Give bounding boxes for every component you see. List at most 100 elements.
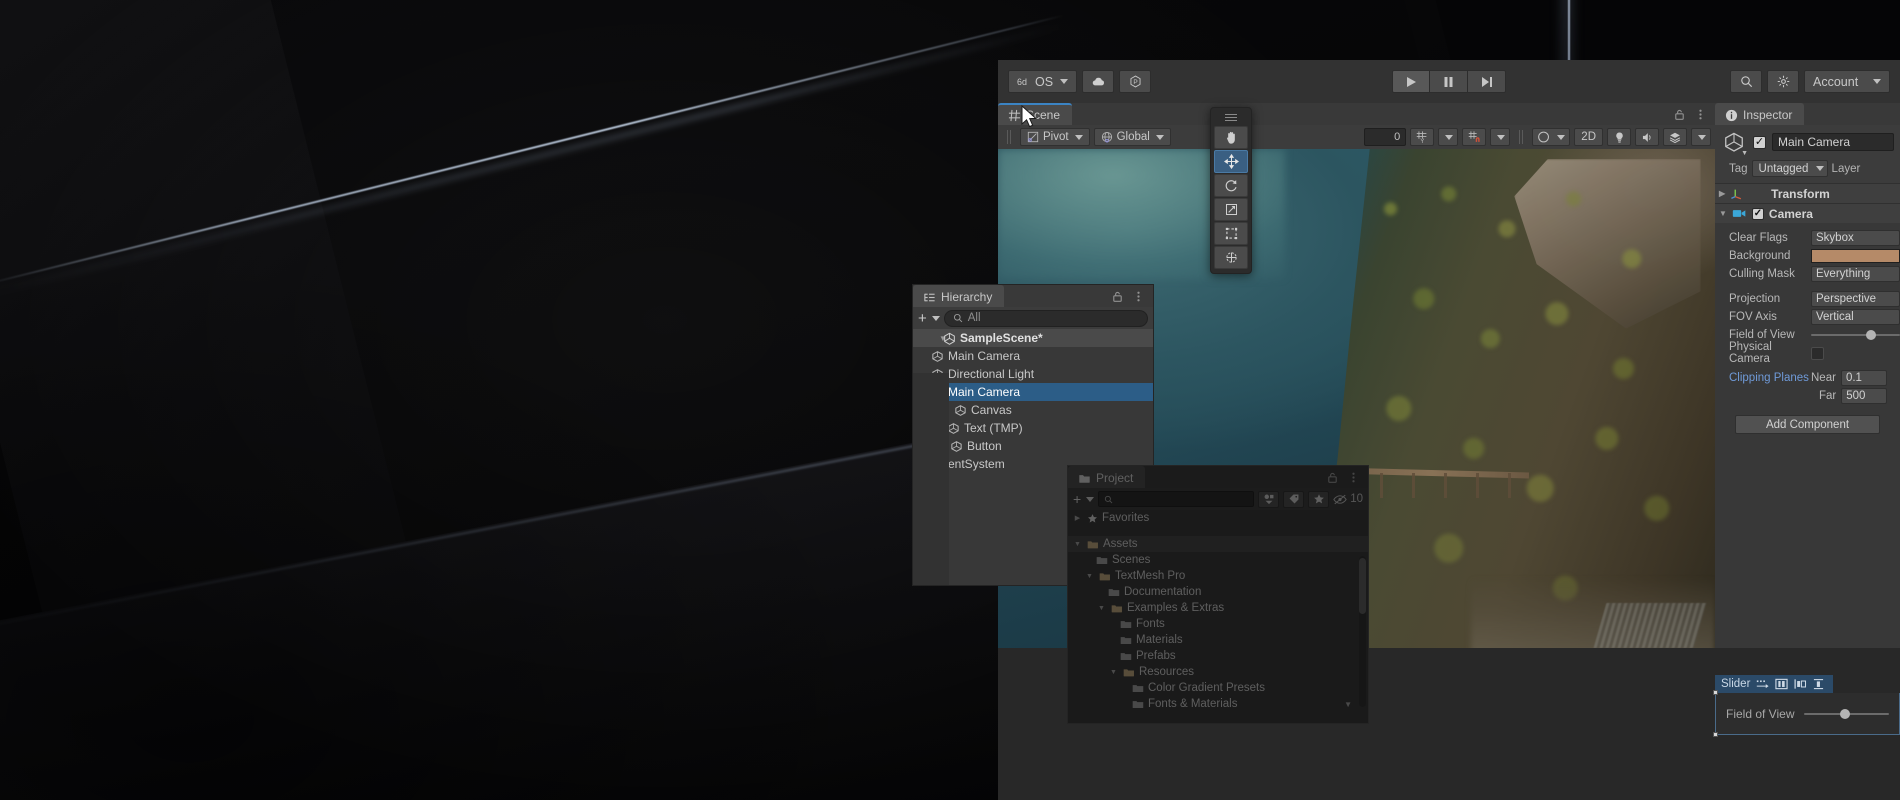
chevron-down-icon[interactable]: ▼ [1072, 541, 1083, 548]
scale-tool-button[interactable] [1214, 198, 1248, 221]
global-search-button[interactable] [1730, 70, 1762, 93]
background-control[interactable] [1811, 249, 1900, 263]
lock-icon[interactable] [1326, 471, 1339, 484]
chevron-right-icon[interactable]: ▶ [1719, 189, 1725, 198]
tab-inspector[interactable]: Inspector [1715, 103, 1804, 125]
lock-icon[interactable] [1111, 290, 1124, 303]
kebab-menu-icon[interactable] [1694, 108, 1707, 121]
project-row-documentation[interactable]: Documentation [1068, 584, 1368, 600]
distribute-icon[interactable] [1756, 679, 1769, 690]
hierarchy-row-canvas[interactable]: ▼ Canvas [913, 401, 1153, 419]
project-row-fonts[interactable]: Fonts [1068, 616, 1368, 632]
grid-dropdown-button[interactable] [1438, 128, 1458, 146]
physical-camera-control[interactable] [1811, 347, 1900, 360]
clear-flags-control[interactable]: Skybox [1811, 230, 1900, 246]
hierarchy-row-directional-light[interactable]: Directional Light [913, 365, 1153, 383]
scene-fx-button[interactable] [1663, 128, 1687, 146]
gameobject-enabled-checkbox[interactable]: ✓ [1753, 136, 1766, 149]
step-button[interactable] [1468, 70, 1506, 93]
background-color-swatch[interactable] [1811, 249, 1900, 263]
chevron-down-icon[interactable]: ▼ [1741, 150, 1748, 157]
slider-widget-slider[interactable] [1804, 706, 1889, 722]
grid-visibility-button[interactable]: Y [1410, 128, 1434, 146]
tag-dropdown[interactable]: Untagged [1752, 160, 1828, 177]
resize-handle-bl[interactable] [1713, 732, 1718, 737]
play-button[interactable] [1392, 70, 1430, 93]
project-row-examples-extras[interactable]: ▼ Examples & Extras [1068, 600, 1368, 616]
pause-button[interactable] [1430, 70, 1468, 93]
tab-scene[interactable]: Scene [998, 103, 1072, 125]
project-row-materials[interactable]: Materials [1068, 632, 1368, 648]
rect-tool-button[interactable] [1214, 222, 1248, 245]
hierarchy-search-input[interactable]: All [944, 310, 1148, 327]
kebab-menu-icon[interactable] [1132, 290, 1145, 303]
chevron-down-icon[interactable]: ▼ [1719, 209, 1727, 218]
scene-lighting-button[interactable] [1607, 128, 1631, 146]
kebab-menu-icon[interactable] [1347, 471, 1360, 484]
grid-size-field[interactable]: 0 [1364, 128, 1406, 146]
snap-button[interactable] [1462, 128, 1486, 146]
rotate-tool-button[interactable] [1214, 174, 1248, 197]
shading-mode-button[interactable] [1532, 128, 1570, 146]
far-value[interactable]: 500 [1841, 388, 1887, 404]
resize-handle-tl[interactable] [1713, 690, 1718, 695]
projection-control[interactable]: Perspective [1811, 291, 1900, 307]
project-search-input[interactable] [1098, 491, 1254, 507]
project-add-button[interactable]: + [1073, 492, 1094, 506]
filter-by-type-button[interactable] [1258, 491, 1279, 508]
transform-tool-button[interactable] [1214, 246, 1248, 269]
near-value[interactable]: 0.1 [1841, 370, 1887, 386]
tab-hierarchy[interactable]: Hierarchy [913, 285, 1004, 307]
component-header-camera[interactable]: ▼ ✓ Camera [1715, 203, 1900, 223]
align-left-icon[interactable] [1794, 678, 1807, 690]
scene-fx-dropdown-button[interactable] [1691, 128, 1711, 146]
view-hand-tool-button[interactable] [1214, 126, 1248, 149]
hierarchy-add-button[interactable]: + [918, 311, 940, 326]
scene-audio-button[interactable] [1635, 128, 1659, 146]
slider-knob[interactable] [1840, 709, 1850, 719]
account-menu-button[interactable]: Account [1804, 70, 1890, 93]
filter-favorites-button[interactable] [1308, 491, 1329, 508]
align-middle-icon[interactable] [1813, 678, 1824, 690]
project-row-scenes[interactable]: Scenes [1068, 552, 1368, 568]
tool-palette-drag-handle[interactable] [1211, 108, 1251, 126]
project-row-favorites[interactable]: ▶ Favorites [1068, 510, 1368, 526]
move-tool-button[interactable] [1214, 150, 1248, 173]
project-row-fonts-materials[interactable]: Fonts & Materials ▼ [1068, 696, 1368, 712]
hierarchy-row-text-tmp[interactable]: Text (TMP) [913, 419, 1153, 437]
toolbar-drag-handle[interactable] [1007, 130, 1011, 144]
chevron-down-icon[interactable]: ▼ [1096, 605, 1107, 612]
toggle-2d-button[interactable]: 2D [1574, 128, 1603, 146]
snap-dropdown-button[interactable] [1490, 128, 1510, 146]
filter-by-label-button[interactable] [1283, 491, 1304, 508]
component-header-transform[interactable]: ▶ Transform [1715, 183, 1900, 203]
camera-enabled-checkbox[interactable]: ✓ [1752, 208, 1764, 220]
project-row-assets[interactable]: ▼ Assets [1068, 536, 1368, 552]
chevron-down-icon[interactable]: ▼ [917, 334, 939, 343]
preferences-button[interactable] [1767, 70, 1799, 93]
project-row-resources[interactable]: ▼ Resources [1068, 664, 1368, 680]
culling-mask-control[interactable]: Everything [1811, 266, 1900, 282]
clipping-planes-label[interactable]: Clipping Planes [1729, 372, 1811, 384]
add-component-button[interactable]: Add Component [1735, 415, 1880, 434]
project-tree[interactable]: ▶ Favorites ▼ Assets [1068, 510, 1368, 723]
cloud-button[interactable] [1082, 70, 1114, 93]
hierarchy-row-samplescene[interactable]: ▼ SampleScene* [913, 329, 1153, 347]
project-row-color-gradient-presets[interactable]: Color Gradient Presets [1068, 680, 1368, 696]
hierarchy-row-main-camera-1[interactable]: Main Camera [913, 347, 1153, 365]
hierarchy-row-button[interactable]: ▶ Button [913, 437, 1153, 455]
chevron-down-icon[interactable]: ▼ [1084, 573, 1095, 580]
chevron-right-icon[interactable]: ▶ [1072, 514, 1083, 522]
fov-axis-control[interactable]: Vertical [1811, 309, 1900, 325]
pivot-mode-button[interactable]: Pivot [1020, 128, 1090, 146]
os-selector-button[interactable]: 6d OS [1008, 70, 1077, 93]
hidden-packages-indicator[interactable]: 10 [1333, 493, 1363, 505]
project-row-textmeshpro[interactable]: ▼ TextMesh Pro [1068, 568, 1368, 584]
lock-icon[interactable] [1673, 108, 1686, 121]
chevron-down-icon[interactable]: ▼ [1108, 669, 1119, 676]
project-row-prefabs[interactable]: Prefabs [1068, 648, 1368, 664]
field-of-view-slider[interactable] [1811, 327, 1900, 343]
physical-camera-checkbox[interactable] [1811, 347, 1824, 360]
hierarchy-row-main-camera-2[interactable]: Main Camera [913, 383, 1153, 401]
tab-project[interactable]: Project [1068, 466, 1145, 488]
